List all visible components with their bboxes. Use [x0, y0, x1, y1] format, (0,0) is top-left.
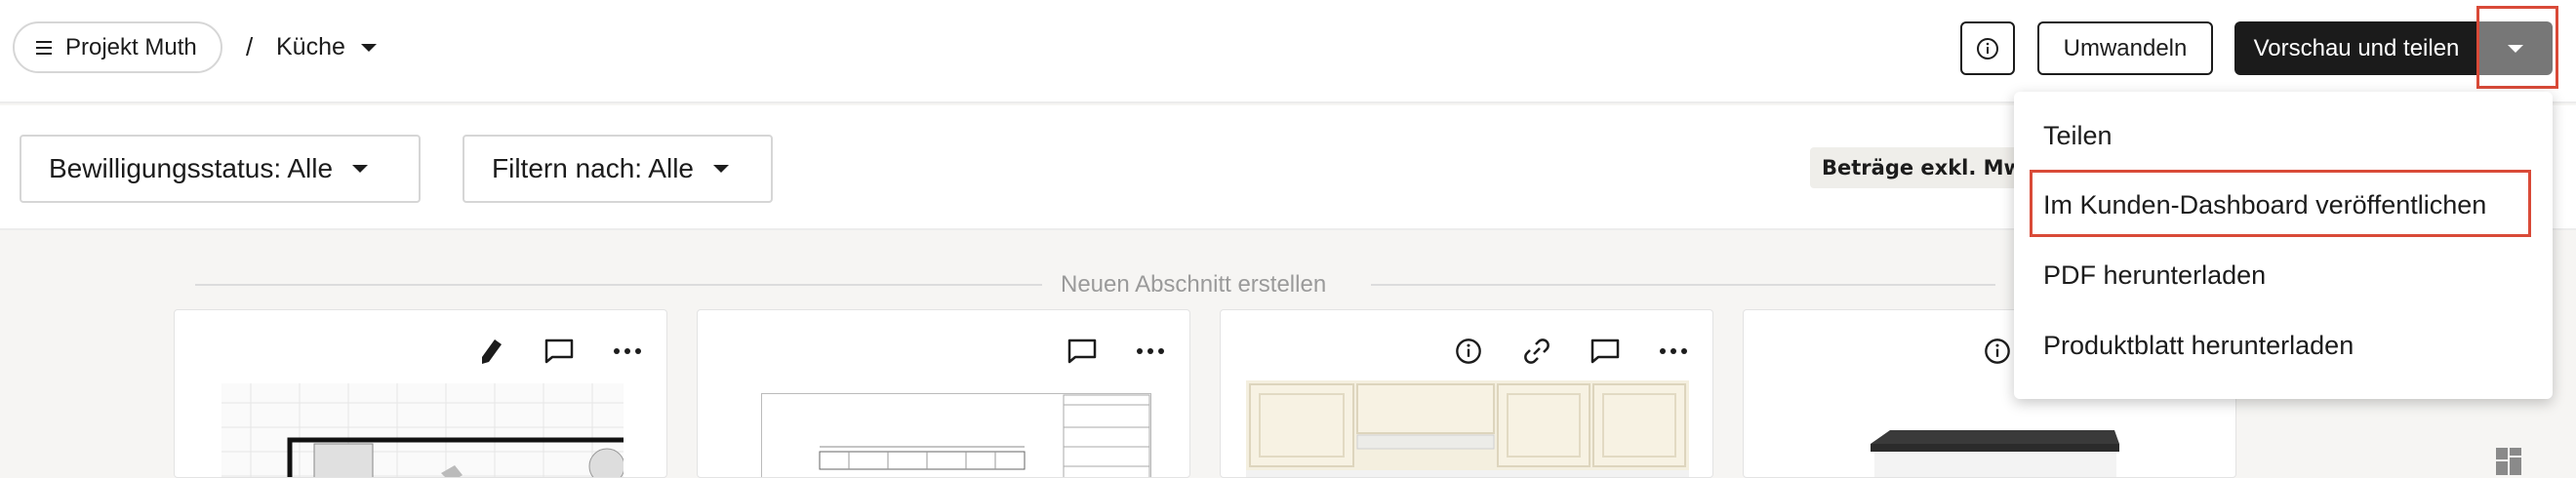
- card-toolbar: [471, 332, 647, 371]
- chevron-down-icon: [360, 43, 377, 52]
- card-toolbar: [1449, 332, 1693, 371]
- link-button[interactable]: [1517, 332, 1556, 371]
- filter-by-dropdown[interactable]: Filtern nach: Alle: [463, 135, 773, 203]
- project-menu-button[interactable]: Projekt Muth: [13, 21, 222, 73]
- info-icon: [1977, 37, 1998, 60]
- menu-item-download-pdf[interactable]: PDF herunterladen: [2043, 260, 2266, 291]
- preview-share-button[interactable]: Vorschau und teilen: [2234, 21, 2478, 75]
- info-button[interactable]: [1978, 332, 2017, 371]
- comment-button[interactable]: [540, 332, 579, 371]
- new-section-button[interactable]: Neuen Abschnitt erstellen: [1061, 271, 1326, 299]
- link-icon: [1524, 339, 1550, 364]
- cabinet-photo-thumbnail: [1246, 380, 1689, 477]
- room-label: Küche: [276, 33, 345, 60]
- comment-button[interactable]: [1586, 332, 1625, 371]
- technical-drawing-thumbnail: [761, 393, 1151, 477]
- menu-item-share[interactable]: Teilen: [2043, 121, 2113, 151]
- more-options-button[interactable]: [1654, 332, 1693, 371]
- section-divider-right: [1371, 284, 1995, 286]
- more-options-button[interactable]: [1131, 332, 1170, 371]
- amount-badge: Beträge exkl. MwSt.: [1810, 147, 2020, 188]
- comment-icon: [1590, 339, 1620, 364]
- share-options-menu: Teilen Im Kunden-Dashboard veröffentlich…: [2014, 92, 2553, 399]
- filter-by-label: Filtern nach: Alle: [492, 153, 694, 183]
- approval-status-label: Bewilligungsstatus: Alle: [49, 153, 334, 183]
- hamburger-icon: [36, 40, 52, 55]
- layout-icon[interactable]: [2496, 448, 2521, 475]
- breadcrumb-separator: /: [246, 32, 254, 61]
- pencil-icon: [482, 339, 502, 364]
- section-divider-left: [195, 284, 1042, 286]
- info-button[interactable]: [1449, 332, 1488, 371]
- card-toolbar: [1063, 332, 1170, 371]
- ellipsis-icon: [614, 348, 641, 354]
- chevron-down-icon: [352, 165, 369, 173]
- highlight-box: [2476, 6, 2558, 89]
- item-card[interactable]: [1220, 309, 1713, 478]
- more-options-button[interactable]: [608, 332, 647, 371]
- info-button[interactable]: [1960, 21, 2015, 75]
- ellipsis-icon: [1137, 348, 1164, 354]
- chevron-down-icon: [713, 165, 729, 173]
- room-selector[interactable]: Küche: [276, 21, 377, 73]
- comment-button[interactable]: [1063, 332, 1102, 371]
- menu-item-download-product-sheet[interactable]: Produktblatt herunterladen: [2043, 331, 2354, 361]
- highlight-box: [2030, 170, 2531, 237]
- project-label: Projekt Muth: [65, 33, 197, 60]
- approval-status-filter[interactable]: Bewilligungsstatus: Alle: [20, 135, 421, 203]
- comment-icon: [544, 339, 574, 364]
- item-card[interactable]: [697, 309, 1190, 478]
- info-icon: [1985, 339, 2010, 364]
- item-card[interactable]: [174, 309, 667, 478]
- info-icon: [1456, 339, 1481, 364]
- comment-icon: [1067, 339, 1097, 364]
- edit-button[interactable]: [471, 332, 510, 371]
- top-bar: Projekt Muth / Küche Umwandeln Vorschau …: [0, 0, 2576, 103]
- floor-plan-thumbnail: [221, 383, 624, 477]
- convert-button[interactable]: Umwandeln: [2037, 21, 2213, 75]
- ellipsis-icon: [1660, 348, 1687, 354]
